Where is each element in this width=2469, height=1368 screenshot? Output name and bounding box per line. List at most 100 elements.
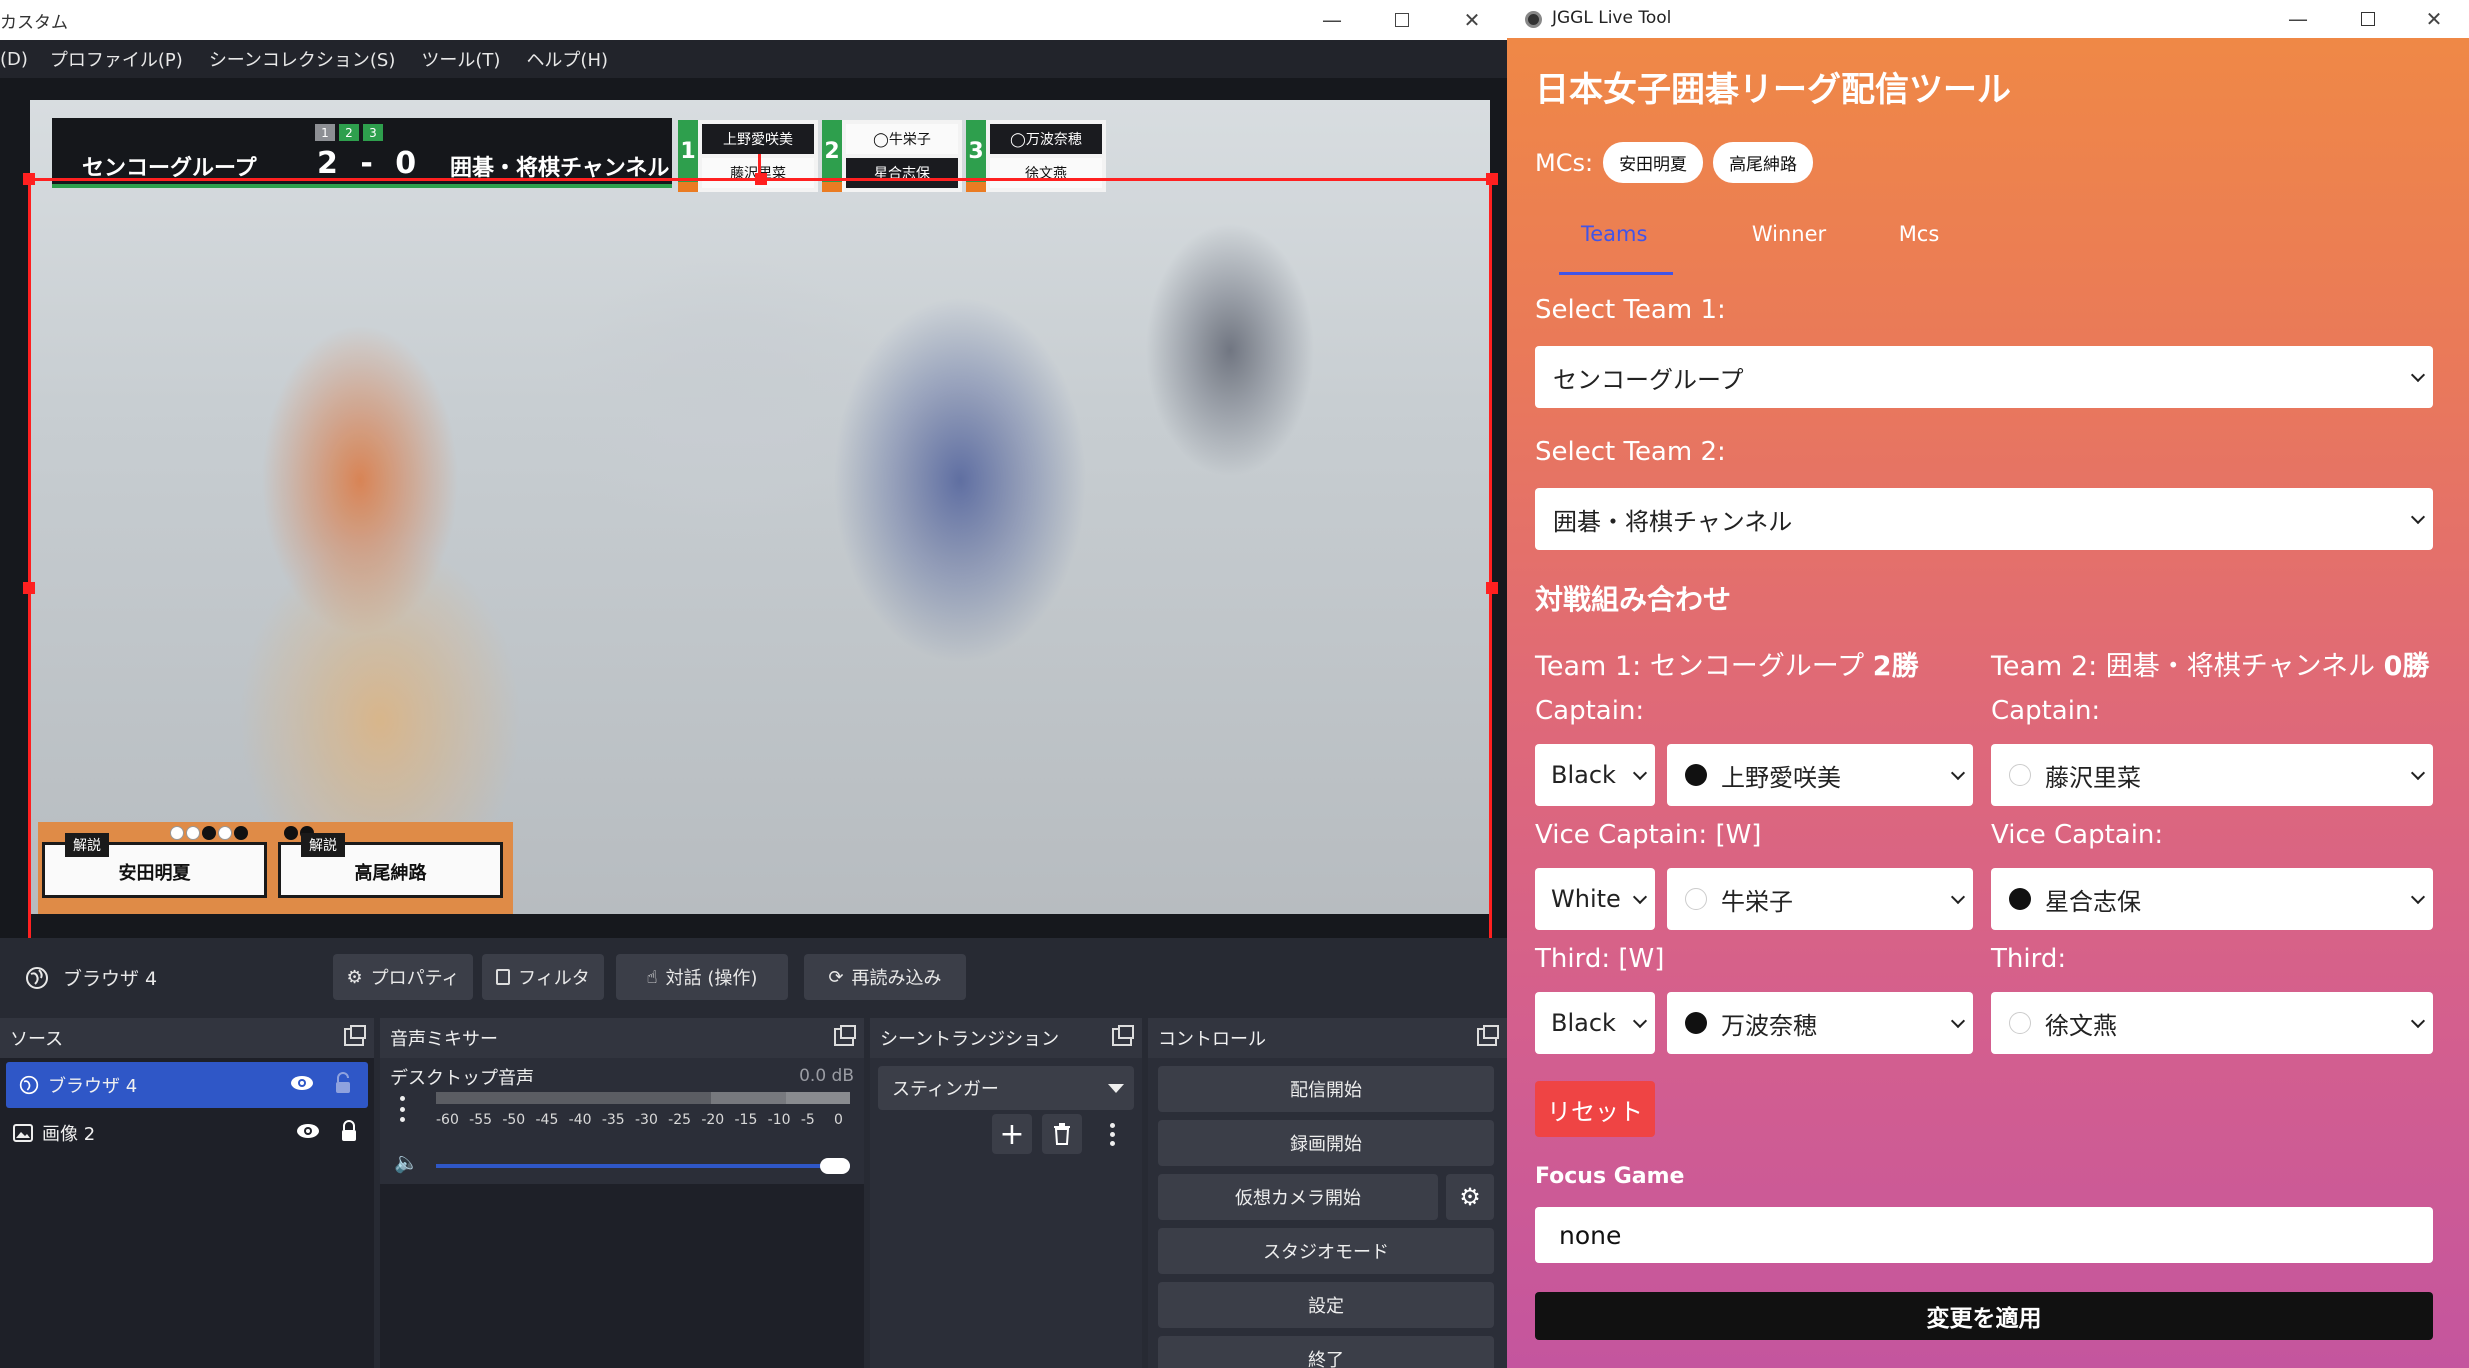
minimize-icon: — (2288, 7, 2308, 31)
undock-icon[interactable] (1477, 1025, 1499, 1046)
black-stone-icon (1685, 764, 1707, 786)
filters-button[interactable]: フィルタ (482, 954, 604, 1000)
close-button[interactable]: ✕ (1437, 0, 1507, 40)
chevron-down-icon (2410, 367, 2426, 383)
stream-preview[interactable]: 1 2 3 センコーグループ 2 - 0 囲碁・将棋チャンネル 1 上野愛咲美 … (30, 100, 1490, 914)
minimize-button[interactable]: — (1297, 0, 1367, 40)
tab-winner[interactable]: Winner (1709, 218, 1869, 250)
meter-tick-label: -25 (668, 1112, 692, 1128)
vice-captain-player-team1-select[interactable]: 牛栄子 (1667, 868, 1973, 930)
commentator-name: 安田明夏 (118, 863, 191, 884)
source-item-browser[interactable]: ブラウザ 4 (6, 1062, 368, 1108)
volume-slider-track[interactable] (436, 1158, 850, 1174)
lock-icon[interactable] (340, 1120, 358, 1147)
focus-game-input[interactable]: none (1535, 1207, 2433, 1263)
transition-options-button[interactable] (1092, 1114, 1132, 1154)
controls-dock: コントロール 配信開始 録画開始 仮想カメラ開始 ⚙ スタジオモード 設定 終了 (1148, 1018, 1507, 1368)
virtual-camera-settings-button[interactable]: ⚙ (1446, 1174, 1494, 1220)
resize-handle[interactable] (23, 173, 35, 185)
menu-item-scene-collection[interactable]: シーンコレクション(S) (209, 46, 396, 72)
reload-button[interactable]: ⟳ 再読み込み (804, 954, 966, 1000)
transition-select[interactable]: スティンガー (878, 1066, 1134, 1110)
commentator-card-2: 解説 高尾紳路 (278, 833, 503, 898)
menu-item-profile[interactable]: プロファイル(P) (50, 46, 183, 72)
black-stone-icon (202, 826, 216, 840)
remove-transition-button[interactable] (1042, 1114, 1082, 1154)
third-player-team2-select[interactable]: 徐文燕 (1991, 992, 2433, 1054)
gear-icon: ⚙ (1459, 1183, 1481, 1211)
reset-button[interactable]: リセット (1535, 1081, 1655, 1137)
controls-dock-header: コントロール (1148, 1018, 1507, 1058)
meter-tick-label: 0 (834, 1112, 843, 1128)
commentator-card-1: 解説 安田明夏 (42, 833, 267, 898)
tab-teams[interactable]: Teams (1549, 218, 1709, 275)
board-player-black: ◯万波奈穂 (990, 124, 1102, 154)
vice-captain-label-team2: Vice Captain: (1991, 820, 2164, 850)
interact-label: 対話 (操作) (665, 968, 758, 989)
team2-select[interactable]: 囲碁・将棋チャンネル (1535, 488, 2433, 550)
close-button[interactable]: ✕ (2399, 0, 2469, 38)
audio-mixer-dock: 音声ミキサー デスクトップ音声 0.0 dB -60 -55 -50 -45 -40 -3… (380, 1018, 864, 1368)
exit-button[interactable]: 終了 (1158, 1336, 1494, 1368)
captain-color-select[interactable]: Black (1535, 744, 1655, 806)
lock-icon[interactable] (334, 1072, 352, 1099)
board-number: 1 (678, 120, 698, 192)
player-select-value: 牛栄子 (1721, 887, 1793, 916)
start-recording-button[interactable]: 録画開始 (1158, 1120, 1494, 1166)
maximize-button[interactable] (1367, 0, 1437, 40)
chevron-down-icon (2410, 765, 2426, 781)
resize-handle[interactable] (755, 173, 767, 185)
undock-icon[interactable] (834, 1025, 856, 1046)
third-player-team1-select[interactable]: 万波奈穂 (1667, 992, 1973, 1054)
third-label-team2: Third: (1991, 944, 2067, 974)
minimize-icon: — (1322, 8, 1342, 32)
board-indicator: 3 (363, 124, 383, 141)
menu-item-help[interactable]: ヘルプ(H) (526, 46, 608, 72)
vice-captain-color-select[interactable]: White (1535, 868, 1655, 930)
undock-icon[interactable] (344, 1025, 366, 1046)
captain-player-team1-select[interactable]: 上野愛咲美 (1667, 744, 1973, 806)
team1-select[interactable]: センコーグループ (1535, 346, 2433, 408)
source-item-image[interactable]: 画像 2 (0, 1110, 374, 1156)
board-card-2: 2 ◯牛栄子 星合志保 (822, 120, 962, 192)
sources-dock-header: ソース (0, 1018, 374, 1058)
speaker-muted-icon[interactable]: 🔈 (394, 1150, 419, 1174)
settings-button[interactable]: 設定 (1158, 1282, 1494, 1328)
resize-handle[interactable] (1486, 173, 1498, 185)
resize-handle[interactable] (1486, 582, 1498, 594)
apply-changes-button[interactable]: 変更を適用 (1535, 1292, 2433, 1340)
globe-icon (18, 1074, 40, 1096)
audio-mixer-dock-header: 音声ミキサー (380, 1018, 864, 1058)
captain-player-team2-select[interactable]: 藤沢里菜 (1991, 744, 2433, 806)
resize-handle[interactable] (23, 582, 35, 594)
menu-item-tools[interactable]: ツール(T) (421, 46, 500, 72)
rotate-handle[interactable] (758, 154, 761, 176)
tab-mcs[interactable]: Mcs (1869, 218, 1969, 250)
white-stone-icon (218, 826, 232, 840)
third-color-select[interactable]: Black (1535, 992, 1655, 1054)
start-streaming-button[interactable]: 配信開始 (1158, 1066, 1494, 1112)
interact-button[interactable]: ☝ 対話 (操作) (616, 954, 788, 1000)
studio-mode-button[interactable]: スタジオモード (1158, 1228, 1494, 1274)
maximize-button[interactable] (2333, 0, 2403, 38)
mcs-label: MCs: (1535, 148, 1594, 177)
obs-window-title: カスタム (0, 13, 68, 33)
undock-icon[interactable] (1112, 1025, 1134, 1046)
vice-captain-player-team2-select[interactable]: 星合志保 (1991, 868, 2433, 930)
preview-area[interactable]: 1 2 3 センコーグループ 2 - 0 囲碁・将棋チャンネル 1 上野愛咲美 … (0, 78, 1507, 1003)
scene-transitions-body: スティンガー + (870, 1058, 1142, 1368)
eye-icon[interactable] (290, 1074, 314, 1097)
volume-slider-thumb[interactable] (820, 1158, 850, 1174)
white-stone-icon (2009, 1012, 2031, 1034)
properties-button[interactable]: ⚙ プロパティ (333, 954, 473, 1000)
meter-tick-label: -15 (734, 1112, 758, 1128)
start-virtual-camera-button[interactable]: 仮想カメラ開始 (1158, 1174, 1438, 1220)
player-select-value: 万波奈穂 (1721, 1011, 1817, 1040)
menu-item-d[interactable]: (D) (0, 49, 28, 70)
eye-icon[interactable] (296, 1122, 320, 1145)
audio-channel-name: デスクトップ音声 (390, 1068, 534, 1089)
minimize-button[interactable]: — (2263, 0, 2333, 38)
meter-tick-label: -5 (800, 1112, 815, 1128)
audio-options-icon[interactable] (400, 1096, 406, 1122)
add-transition-button[interactable]: + (992, 1114, 1032, 1154)
